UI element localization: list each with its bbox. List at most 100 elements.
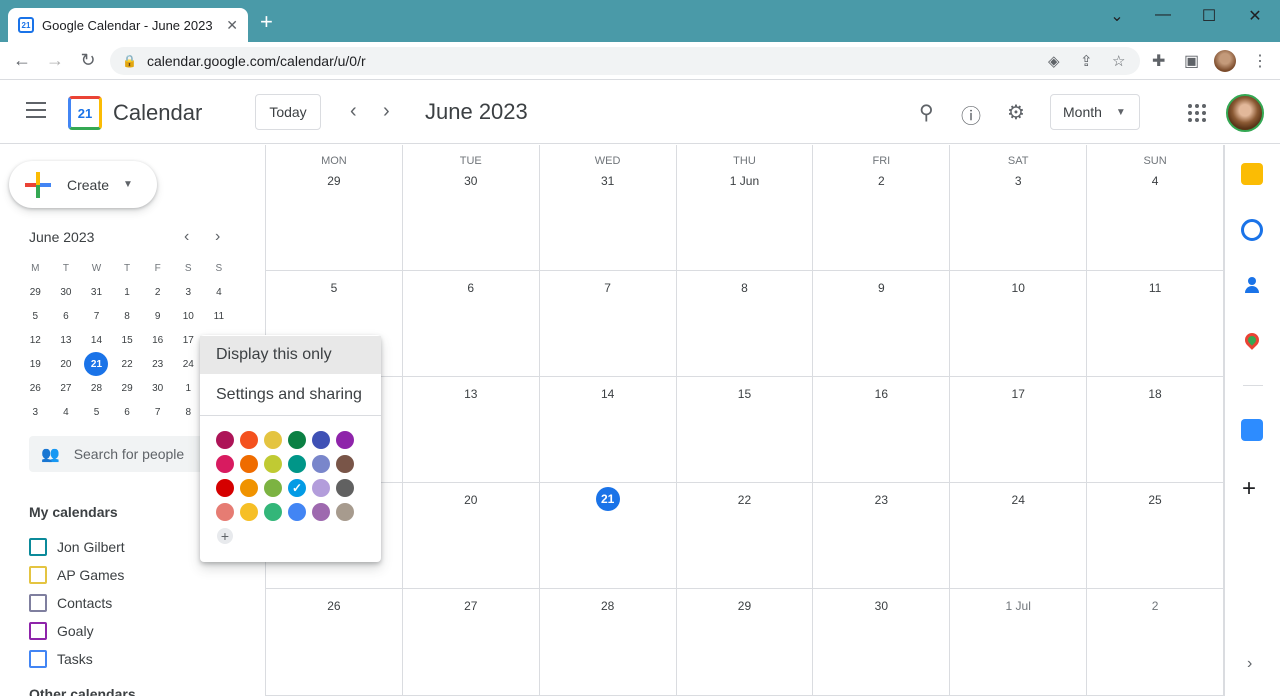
mini-day[interactable]: 29 xyxy=(112,376,143,400)
mini-day[interactable]: 8 xyxy=(173,400,204,424)
day-cell[interactable]: 18 xyxy=(1087,377,1224,483)
display-this-only-item[interactable]: Display this only xyxy=(200,336,381,374)
day-cell[interactable]: 27 xyxy=(402,589,540,696)
expand-panel-icon[interactable]: › xyxy=(1247,655,1252,673)
date-label[interactable]: 8 xyxy=(677,281,813,295)
color-swatch[interactable] xyxy=(264,479,282,497)
day-cell[interactable]: 1 Jul xyxy=(950,589,1088,696)
color-swatch[interactable] xyxy=(240,479,258,497)
date-label[interactable]: 29 xyxy=(677,599,813,613)
search-people-input[interactable]: 👥 Search for people xyxy=(29,436,229,472)
mini-day[interactable]: 27 xyxy=(51,376,82,400)
mini-day[interactable]: 8 xyxy=(112,304,143,328)
date-label[interactable]: 11 xyxy=(1087,281,1223,295)
mini-prev-month-icon[interactable]: ‹ xyxy=(184,228,189,246)
color-swatch[interactable] xyxy=(264,431,282,449)
date-label[interactable]: 2 xyxy=(813,174,949,188)
day-cell[interactable]: 14 xyxy=(539,377,677,483)
color-swatch[interactable] xyxy=(216,455,234,473)
color-swatch[interactable] xyxy=(288,503,306,521)
extensions-icon[interactable]: ✚ xyxy=(1152,51,1165,71)
day-cell[interactable]: 17 xyxy=(950,377,1088,483)
browser-tab[interactable]: 21 Google Calendar - June 2023 ✕ xyxy=(8,8,248,42)
day-cell[interactable]: 21 xyxy=(539,483,677,589)
mini-day[interactable]: 1 xyxy=(112,280,143,304)
date-label[interactable]: 27 xyxy=(403,599,539,613)
day-cell[interactable]: 7 xyxy=(539,271,677,377)
day-cell[interactable]: 26 xyxy=(266,589,403,696)
calendar-list-item[interactable]: Jon Gilbert xyxy=(29,535,125,559)
color-swatch[interactable] xyxy=(240,431,258,449)
day-cell[interactable]: SUN 4 xyxy=(1087,145,1224,271)
today-date-label[interactable]: 21 xyxy=(540,487,676,511)
date-label[interactable]: 20 xyxy=(403,493,539,507)
mini-day[interactable]: 4 xyxy=(204,280,235,304)
calendar-checkbox[interactable] xyxy=(29,650,47,668)
maps-icon[interactable] xyxy=(1241,330,1263,353)
date-label[interactable]: 31 xyxy=(540,174,676,188)
mini-day[interactable]: 24 xyxy=(173,352,204,376)
date-label[interactable]: 30 xyxy=(403,174,539,188)
date-label[interactable]: 2 xyxy=(1087,599,1223,613)
browser-profile-avatar[interactable] xyxy=(1214,50,1236,72)
mini-day[interactable]: 22 xyxy=(112,352,143,376)
color-swatch[interactable] xyxy=(336,479,354,497)
mini-day[interactable]: 23 xyxy=(142,352,173,376)
bookmark-star-icon[interactable]: ☆ xyxy=(1112,52,1125,70)
day-cell[interactable]: SAT 3 xyxy=(950,145,1088,271)
date-label[interactable]: 3 xyxy=(950,174,1086,188)
side-panel-icon[interactable]: ▣ xyxy=(1184,51,1199,71)
day-cell[interactable]: 16 xyxy=(813,377,951,483)
mini-day[interactable]: 13 xyxy=(51,328,82,352)
day-cell[interactable]: 11 xyxy=(1087,271,1224,377)
mini-day[interactable]: 29 xyxy=(20,280,51,304)
mini-day[interactable]: 20 xyxy=(51,352,82,376)
calendar-checkbox[interactable] xyxy=(29,622,47,640)
date-label[interactable]: 14 xyxy=(540,387,676,401)
main-menu-icon[interactable] xyxy=(26,102,46,118)
reload-icon[interactable]: ↻ xyxy=(76,50,100,71)
my-calendars-title[interactable]: My calendars xyxy=(29,504,118,520)
mini-next-month-icon[interactable]: › xyxy=(215,228,220,246)
date-label[interactable]: 29 xyxy=(266,174,402,188)
calendar-list-item[interactable]: AP Games xyxy=(29,563,124,587)
mini-day[interactable]: 15 xyxy=(112,328,143,352)
mini-day[interactable]: 31 xyxy=(81,280,112,304)
mini-day[interactable]: 26 xyxy=(20,376,51,400)
mini-day[interactable]: 21 xyxy=(81,352,112,376)
eye-icon[interactable]: ◈ xyxy=(1048,52,1060,70)
date-label[interactable]: 18 xyxy=(1087,387,1223,401)
calendar-checkbox[interactable] xyxy=(29,566,47,584)
day-cell[interactable]: 28 xyxy=(539,589,677,696)
back-icon[interactable]: ← xyxy=(10,50,34,71)
date-label[interactable]: 4 xyxy=(1087,174,1223,188)
date-label[interactable]: 17 xyxy=(950,387,1086,401)
zoom-icon[interactable] xyxy=(1241,419,1263,441)
day-cell[interactable]: 6 xyxy=(402,271,540,377)
day-cell[interactable]: 8 xyxy=(676,271,814,377)
share-icon[interactable]: ⇪ xyxy=(1080,52,1093,70)
mini-day[interactable]: 7 xyxy=(81,304,112,328)
contacts-icon[interactable] xyxy=(1241,275,1263,297)
color-swatch[interactable] xyxy=(288,431,306,449)
day-cell[interactable]: MON 29 xyxy=(266,145,403,271)
color-swatch[interactable] xyxy=(216,479,234,497)
calendar-list-item[interactable]: Tasks xyxy=(29,647,93,671)
mini-day[interactable]: 19 xyxy=(20,352,51,376)
day-cell[interactable]: 24 xyxy=(950,483,1088,589)
mini-day[interactable]: 6 xyxy=(112,400,143,424)
mini-day[interactable]: 30 xyxy=(51,280,82,304)
previous-period-icon[interactable]: ‹ xyxy=(350,100,357,123)
day-cell[interactable]: 29 xyxy=(676,589,814,696)
settings-gear-icon[interactable]: ⚙ xyxy=(1007,100,1025,125)
other-calendars-title[interactable]: Other calendars xyxy=(29,686,136,696)
date-label[interactable]: 10 xyxy=(950,281,1086,295)
day-cell[interactable]: 30 xyxy=(813,589,951,696)
day-cell[interactable]: 15 xyxy=(676,377,814,483)
date-label[interactable]: 24 xyxy=(950,493,1086,507)
day-cell[interactable]: 20 xyxy=(402,483,540,589)
minimize-icon[interactable]: — xyxy=(1140,6,1186,24)
day-cell[interactable]: 25 xyxy=(1087,483,1224,589)
date-label[interactable]: 9 xyxy=(813,281,949,295)
day-cell[interactable]: THU 1 Jun xyxy=(676,145,814,271)
